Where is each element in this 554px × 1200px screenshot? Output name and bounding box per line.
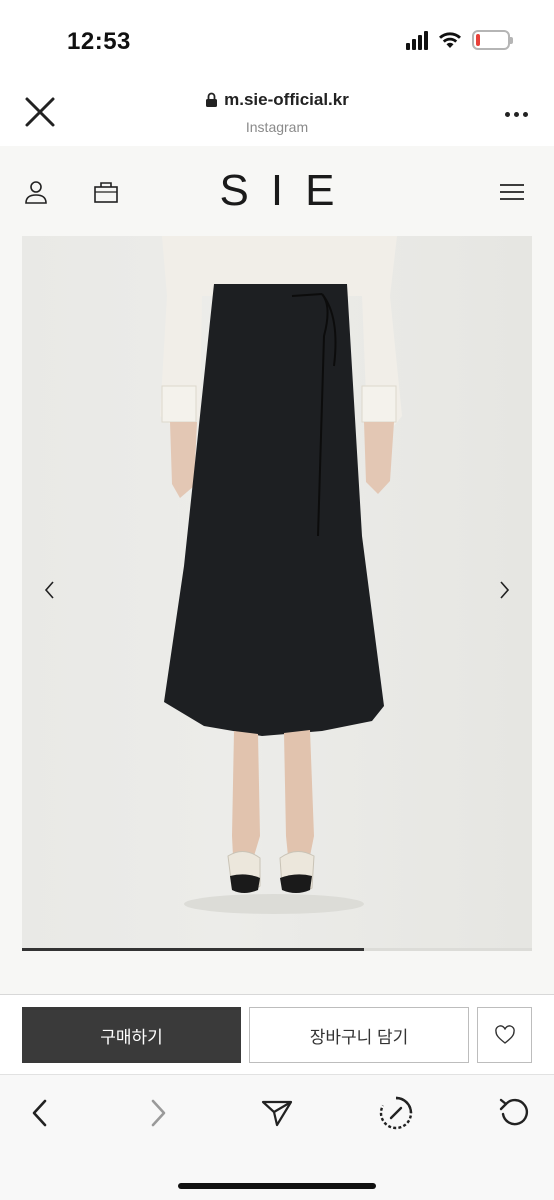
reload-icon	[499, 1098, 529, 1126]
buy-button[interactable]: 구매하기	[22, 1007, 241, 1063]
lock-icon	[206, 92, 218, 107]
product-image[interactable]	[22, 236, 532, 948]
status-icons	[406, 30, 513, 50]
home-indicator[interactable]	[178, 1183, 376, 1189]
status-time: 12:53	[67, 28, 131, 55]
back-arrow-icon	[32, 1099, 47, 1127]
product-carousel	[0, 236, 554, 994]
share-send-icon	[261, 1100, 293, 1127]
wifi-icon	[439, 32, 461, 48]
forward-arrow-icon	[151, 1099, 166, 1127]
chevron-left-icon[interactable]	[38, 576, 62, 604]
product-photo	[160, 236, 402, 914]
purchase-bar: 구매하기 장바구니 담기	[0, 994, 554, 1074]
brand-logo[interactable]: SIE	[0, 166, 554, 216]
heart-icon	[494, 1025, 515, 1044]
reload-button[interactable]	[494, 1093, 534, 1133]
cellular-signal-icon	[406, 30, 428, 50]
timer-button[interactable]	[376, 1093, 416, 1133]
forward-button[interactable]	[138, 1093, 178, 1133]
back-button[interactable]	[20, 1093, 60, 1133]
site-nav: SIE	[0, 146, 554, 236]
wishlist-button[interactable]	[477, 1007, 532, 1063]
hamburger-menu-icon[interactable]	[498, 178, 526, 206]
url-subtitle: Instagram	[245, 119, 309, 135]
more-icon[interactable]	[505, 112, 528, 117]
carousel-progress-fill	[22, 948, 364, 951]
compass-timer-icon	[379, 1096, 413, 1130]
browser-toolbar	[0, 1074, 554, 1200]
share-button[interactable]	[257, 1093, 297, 1133]
status-bar: 12:53	[0, 0, 554, 78]
chevron-right-icon[interactable]	[492, 576, 516, 604]
url-bar[interactable]: m.sie-official.kr Instagram	[0, 90, 554, 135]
battery-low-icon	[472, 30, 513, 50]
add-to-cart-button[interactable]: 장바구니 담기	[249, 1007, 469, 1063]
browser-header: m.sie-official.kr Instagram	[0, 78, 554, 146]
carousel-progress-track	[22, 948, 532, 951]
url-text: m.sie-official.kr	[224, 90, 349, 109]
